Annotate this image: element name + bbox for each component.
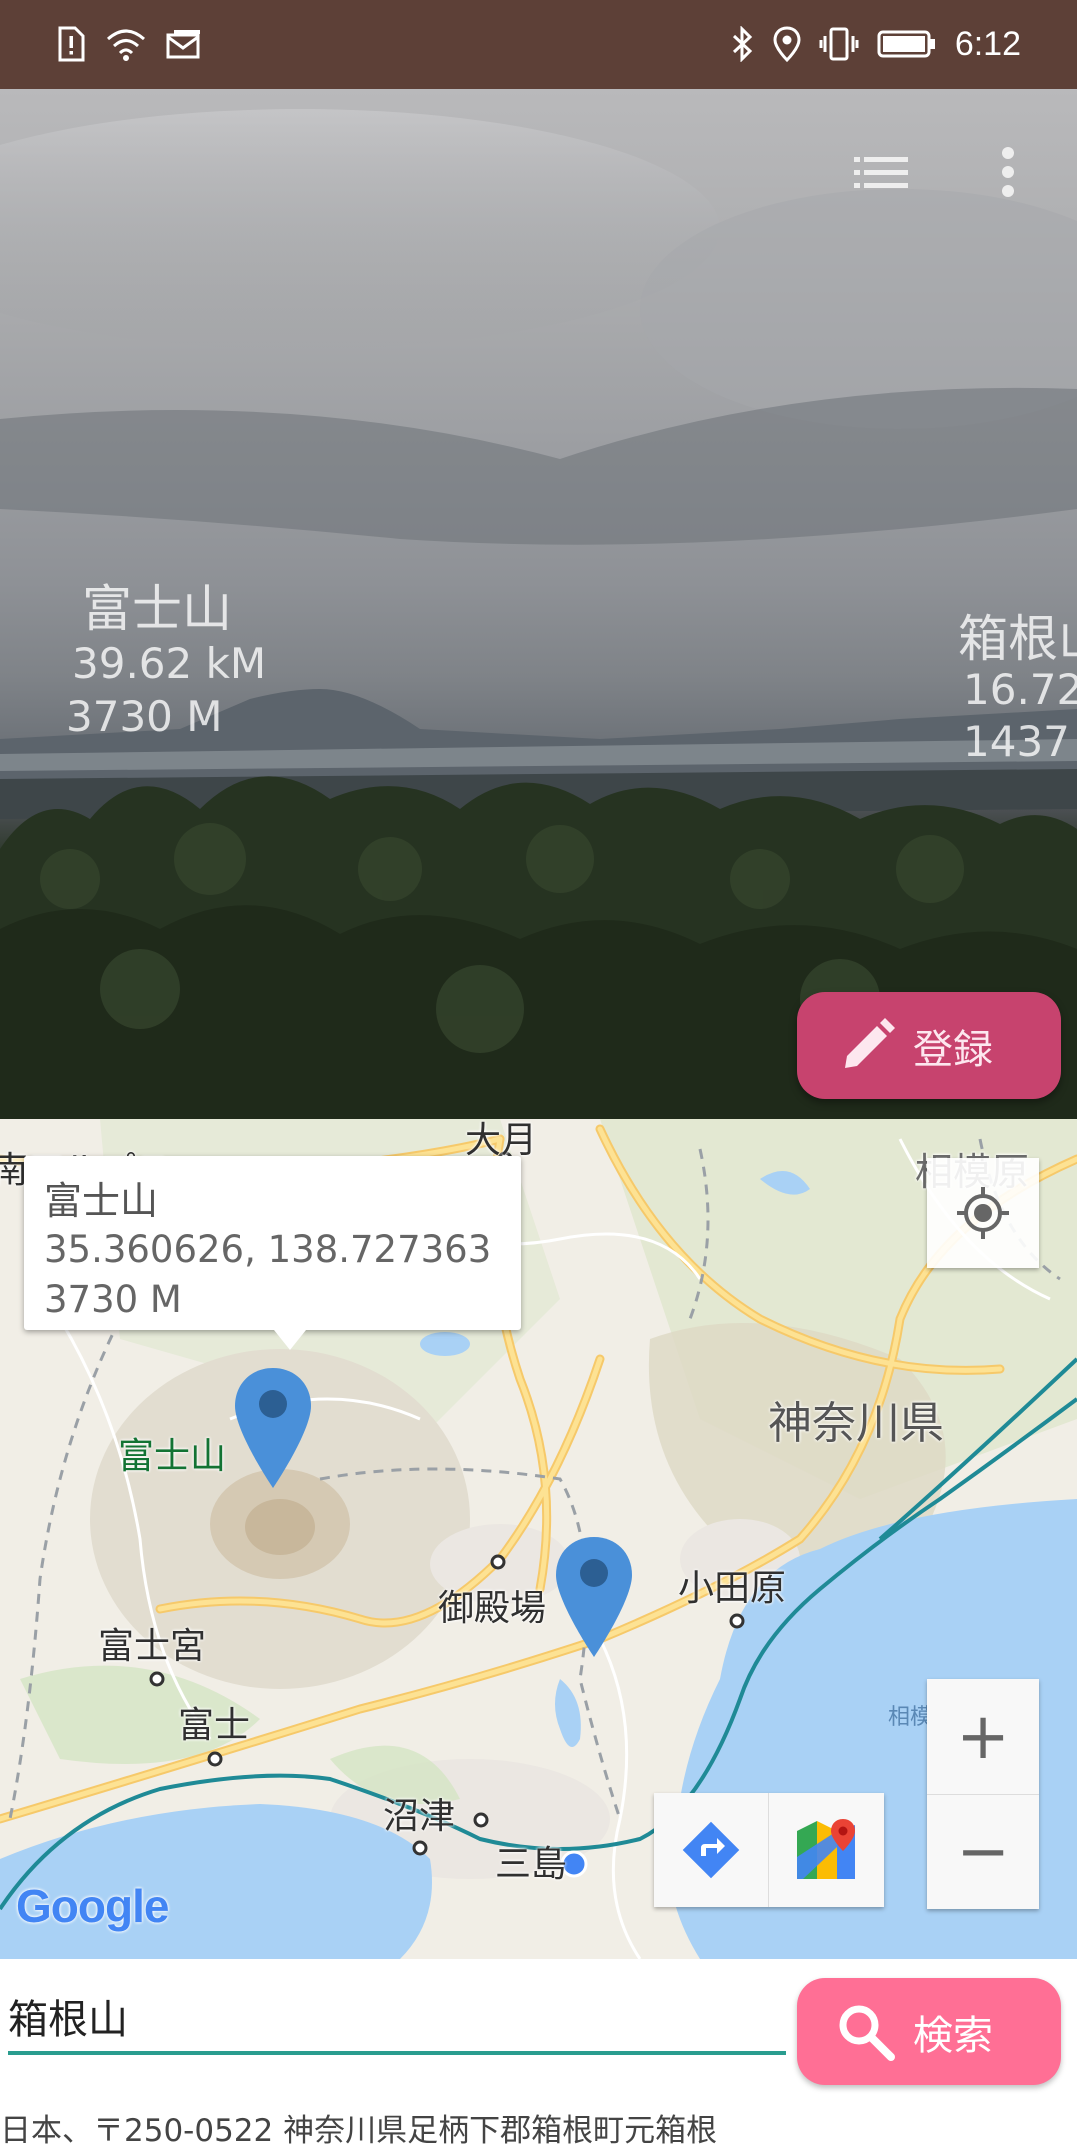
directions-button[interactable]	[654, 1793, 769, 1907]
search-button[interactable]: 検索	[797, 1978, 1061, 2085]
zoom-out-button[interactable]: −	[927, 1795, 1039, 1909]
pencil-icon	[837, 1016, 897, 1076]
register-button[interactable]: 登録	[797, 992, 1061, 1099]
search-input[interactable]	[8, 1981, 786, 2055]
register-label: 登録	[913, 1026, 993, 1073]
map-label-gotemba: 御殿場	[438, 1588, 547, 1629]
hakone-marker[interactable]	[554, 1535, 634, 1663]
map-label-kanagawa: 神奈川県	[768, 1398, 944, 1449]
open-in-maps-button[interactable]	[769, 1793, 883, 1907]
battery-icon	[877, 29, 937, 59]
wifi-icon	[106, 27, 146, 61]
map-label-fujisan: 富士山	[118, 1436, 227, 1477]
my-location-icon	[955, 1185, 1011, 1241]
alert-icon	[56, 26, 86, 62]
info-coordinates: 35.360626, 138.727363	[44, 1228, 492, 1271]
address-text: 日本、〒250-0522 神奈川県足柄下郡箱根町元箱根	[0, 2113, 718, 2149]
directions-icon	[679, 1818, 743, 1882]
map-label-fujinomiya: 富士宮	[98, 1626, 207, 1667]
map-view[interactable]: 南アルプス 大月 相模原 神奈川県 富士山 御殿場 小田原 富士宮 富士 沼津 …	[0, 1119, 1077, 1959]
map-label-mishima: 三島	[495, 1844, 568, 1885]
ar-label-distance: 16.72	[963, 665, 1077, 714]
google-logo: Google	[16, 1880, 169, 1932]
zoom-in-button[interactable]: +	[927, 1680, 1039, 1795]
camera-ar-view[interactable]: 富士山 39.62 kM 3730 M 箱根山 16.72 1437 登録	[0, 89, 1077, 1119]
ar-label-elevation: 1437	[963, 717, 1070, 766]
google-maps-icon	[793, 1817, 859, 1883]
info-elevation: 3730 M	[44, 1278, 182, 1321]
status-bar: 6:12	[0, 0, 1077, 89]
map-label-fuji: 富士	[178, 1705, 251, 1746]
search-label: 検索	[913, 2012, 993, 2059]
fuji-marker[interactable]	[233, 1366, 313, 1494]
location-icon	[773, 26, 801, 62]
bluetooth-icon	[731, 26, 755, 62]
zoom-controls: + −	[927, 1679, 1039, 1909]
vibrate-icon	[819, 26, 859, 62]
map-label-numazu: 沼津	[383, 1796, 456, 1837]
mail-icon	[166, 29, 202, 59]
map-toolbar	[654, 1793, 884, 1907]
ar-label-distance: 39.62 kM	[72, 639, 267, 688]
list-icon[interactable]	[852, 151, 912, 199]
clock: 6:12	[954, 24, 1021, 63]
ar-label-name[interactable]: 箱根山	[958, 599, 1077, 671]
search-icon	[837, 2003, 895, 2061]
search-area: 検索 日本、〒250-0522 神奈川県足柄下郡箱根町元箱根	[0, 1959, 1077, 2149]
info-title: 富士山	[44, 1179, 159, 1223]
more-vert-icon[interactable]	[996, 145, 1020, 205]
my-location-button[interactable]	[927, 1158, 1039, 1268]
marker-info-window[interactable]: 富士山 35.360626, 138.727363 3730 M	[24, 1156, 521, 1350]
ar-label-elevation: 3730 M	[66, 692, 223, 741]
ar-label-name[interactable]: 富士山	[82, 569, 232, 641]
map-label-odawara: 小田原	[678, 1568, 787, 1609]
info-window-tail	[274, 1330, 306, 1350]
